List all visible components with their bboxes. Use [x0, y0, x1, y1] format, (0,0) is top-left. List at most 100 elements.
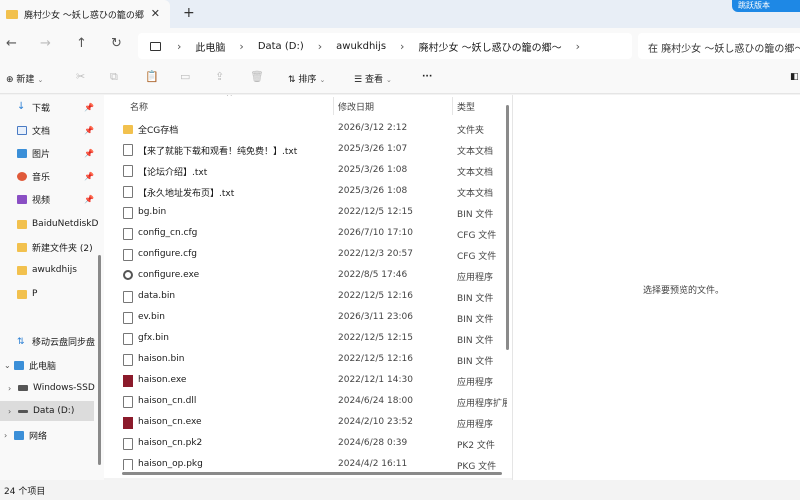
chevron-down-icon[interactable]: ⌄: [4, 361, 14, 370]
file-name: haison_cn.pk2: [138, 438, 203, 448]
file-icon: [123, 228, 133, 240]
file-row[interactable]: haison.exe 2022/12/1 14:30 应用程序: [104, 370, 504, 391]
column-header-type[interactable]: 类型: [457, 100, 475, 113]
breadcrumb-current[interactable]: 廃村少女 ～妖し惑ひの籠の郷～: [418, 39, 561, 54]
sidebar-scrollbar[interactable]: [98, 255, 101, 465]
sidebar-item-folder[interactable]: BaiduNetdiskD: [0, 214, 104, 234]
horizontal-scrollbar-thumb[interactable]: [122, 472, 502, 475]
file-row[interactable]: 【论坛介绍】.txt 2025/3/26 1:08 文本文档: [104, 160, 504, 181]
breadcrumb-separator[interactable]: ›: [239, 40, 243, 53]
drive-icon: [18, 385, 28, 391]
tab-current-folder[interactable]: 廃村少女 ～妖し惑ひの籠の郷 ✕: [0, 0, 170, 28]
pin-icon[interactable]: 📌: [84, 172, 94, 181]
file-row[interactable]: bg.bin 2022/12/5 12:15 BIN 文件: [104, 202, 504, 223]
column-divider[interactable]: [452, 97, 453, 115]
computer-icon: [14, 360, 24, 370]
paste-icon[interactable]: 📋: [145, 70, 159, 83]
file-type: PK2 文件: [457, 441, 495, 451]
sidebar-item-documents[interactable]: 文档 📌: [0, 120, 104, 140]
file-row[interactable]: gfx.bin 2022/12/5 12:15 BIN 文件: [104, 328, 504, 349]
sidebar-item-this-pc[interactable]: ⌄ 此电脑: [0, 355, 104, 375]
sidebar-item-folder[interactable]: P: [0, 284, 104, 304]
file-icon: [123, 165, 133, 177]
file-row[interactable]: haison.bin 2022/12/5 12:16 BIN 文件: [104, 349, 504, 370]
more-options-button[interactable]: ···: [422, 72, 432, 82]
file-row[interactable]: haison_cn.pk2 2024/6/28 0:39 PK2 文件: [104, 433, 504, 454]
close-tab-icon[interactable]: ✕: [151, 7, 160, 20]
file-row[interactable]: haison_op.pkg 2024/4/2 16:11 PKG 文件: [104, 454, 504, 470]
delete-icon[interactable]: 🗑: [250, 70, 264, 83]
sidebar-item-pictures[interactable]: 图片 📌: [0, 143, 104, 163]
pin-icon[interactable]: 📌: [84, 126, 94, 135]
breadcrumb-drive[interactable]: Data (D:): [258, 41, 304, 52]
file-date: 2024/4/2 16:11: [338, 459, 408, 469]
up-button[interactable]: ↑: [76, 36, 87, 51]
breadcrumb-this-pc[interactable]: 此电脑: [195, 39, 225, 54]
sidebar-item-music[interactable]: 音乐 📌: [0, 166, 104, 186]
breadcrumb-separator[interactable]: ›: [177, 40, 181, 53]
drive-icon: [18, 409, 28, 413]
sidebar-item-cloud-sync[interactable]: ⇅ 移动云盘同步盘: [0, 331, 104, 351]
document-icon: [17, 125, 27, 135]
sidebar-item-drive-c[interactable]: › Windows-SSD: [0, 378, 104, 398]
refresh-button[interactable]: ↻: [111, 36, 122, 51]
sidebar-item-folder[interactable]: awukdhijs: [0, 260, 104, 280]
chevron-right-icon[interactable]: ›: [8, 407, 18, 416]
chevron-right-icon[interactable]: ›: [8, 384, 18, 393]
horizontal-scrollbar[interactable]: [104, 470, 512, 478]
sidebar-item-folder[interactable]: 新建文件夹 (2): [0, 237, 104, 257]
breadcrumb-separator[interactable]: ›: [576, 40, 580, 53]
folder-icon: [17, 289, 27, 299]
pin-icon[interactable]: 📌: [84, 149, 94, 158]
address-bar[interactable]: › 此电脑 › Data (D:) › awukdhijs › 廃村少女 ～妖し…: [138, 33, 632, 59]
file-row[interactable]: ev.bin 2026/3/11 23:06 BIN 文件: [104, 307, 504, 328]
sidebar-item-downloads[interactable]: ↓ 下载 📌: [0, 97, 104, 117]
breadcrumb-separator[interactable]: ›: [400, 40, 404, 53]
share-icon[interactable]: ⇪: [215, 70, 224, 83]
file-type: BIN 文件: [457, 357, 494, 367]
new-button[interactable]: ⊕ 新建 ⌄: [6, 72, 43, 85]
cut-icon[interactable]: ✂: [76, 70, 85, 83]
sidebar-item-network[interactable]: › 网络: [0, 425, 104, 445]
column-header-name[interactable]: 名称: [130, 100, 148, 113]
file-list-scrollbar[interactable]: [506, 105, 509, 350]
file-icon: [123, 144, 133, 156]
forward-button[interactable]: →: [40, 36, 51, 51]
folder-icon: [17, 219, 27, 229]
copy-icon[interactable]: ⧉: [110, 70, 118, 84]
file-row[interactable]: configure.cfg 2022/12/3 20:57 CFG 文件: [104, 244, 504, 265]
back-button[interactable]: ←: [6, 36, 17, 51]
chevron-right-icon[interactable]: ›: [4, 431, 14, 440]
sidebar-item-drive-d[interactable]: › Data (D:): [0, 401, 94, 421]
file-row[interactable]: 【永久地址发布页】.txt 2025/3/26 1:08 文本文档: [104, 181, 504, 202]
command-bar: ⊕ 新建 ⌄ ✂ ⧉ 📋 ▭ ⇪ 🗑 ⇅ 排序 ⌄ ☰ 查看 ⌄ ··· ◧: [0, 64, 800, 94]
file-row[interactable]: data.bin 2022/12/5 12:16 BIN 文件: [104, 286, 504, 307]
folder-icon: [123, 125, 133, 134]
file-date: 2022/12/1 14:30: [338, 375, 413, 385]
file-row[interactable]: config_cn.cfg 2026/7/10 17:10 CFG 文件: [104, 223, 504, 244]
tab-title: 廃村少女 ～妖し惑ひの籠の郷: [24, 10, 144, 21]
file-row[interactable]: 【来了就能下载和观看！纯免费！】.txt 2025/3/26 1:07 文本文档: [104, 139, 504, 160]
pin-icon[interactable]: 📌: [84, 195, 94, 204]
column-divider[interactable]: [333, 97, 334, 115]
file-row[interactable]: haison_cn.exe 2024/2/10 23:52 应用程序: [104, 412, 504, 433]
application-icon: [123, 375, 133, 387]
file-type: 应用程序: [457, 378, 494, 388]
title-bar: 廃村少女 ～妖し惑ひの籠の郷 ✕ + 跳跃版本: [0, 0, 800, 28]
new-tab-button[interactable]: +: [183, 5, 195, 21]
view-button[interactable]: ☰ 查看 ⌄: [354, 72, 392, 85]
file-type: PKG 文件: [457, 462, 497, 470]
file-row[interactable]: configure.exe 2022/8/5 17:46 应用程序: [104, 265, 504, 286]
sidebar-item-videos[interactable]: 视频 📌: [0, 189, 104, 209]
search-input[interactable]: 在 廃村少女 ～妖し惑ひの籠の郷～ 中搜索: [638, 33, 800, 59]
file-date: 2022/8/5 17:46: [338, 270, 408, 280]
file-row[interactable]: haison_cn.dll 2024/6/24 18:00 应用程序扩展: [104, 391, 507, 412]
details-pane-icon[interactable]: ◧: [790, 72, 799, 82]
rename-icon[interactable]: ▭: [180, 70, 190, 83]
pin-icon[interactable]: 📌: [84, 103, 94, 112]
sort-button[interactable]: ⇅ 排序 ⌄: [288, 72, 325, 85]
file-row[interactable]: 全CG存档 2026/3/12 2:12 文件夹: [104, 118, 504, 139]
breadcrumb-separator[interactable]: ›: [318, 40, 322, 53]
column-header-date[interactable]: 修改日期: [338, 100, 374, 113]
breadcrumb-folder[interactable]: awukdhijs: [336, 41, 386, 52]
